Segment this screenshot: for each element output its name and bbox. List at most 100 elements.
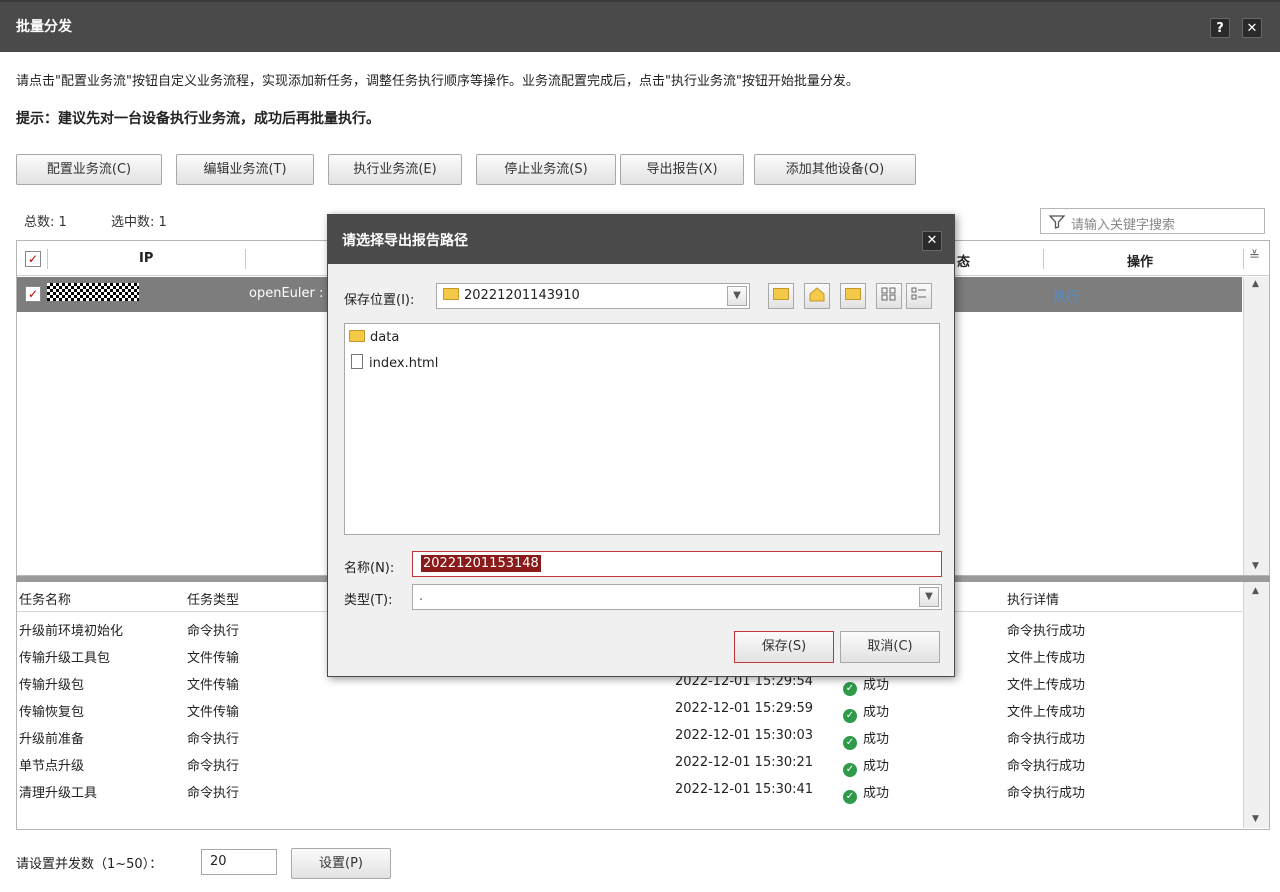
search-input[interactable]: 请输入关键字搜索 — [1040, 208, 1265, 234]
task-type-header[interactable]: 任务类型 — [187, 589, 239, 608]
task-name: 升级前环境初始化 — [19, 624, 124, 639]
table-row[interactable]: 清理升级工具 命令执行 2022-12-01 15:30:41 ✓ 成功 命令执行… — [17, 778, 1242, 805]
scroll-up-icon[interactable]: ▲ — [1252, 279, 1259, 289]
save-button[interactable]: 保存(S) — [734, 631, 834, 663]
check-circle-icon: ✓ — [843, 763, 857, 777]
concurrency-input[interactable]: 20 — [201, 849, 277, 875]
save-in-dropdown[interactable]: 20221201143910 ▼ — [436, 283, 750, 309]
dialog-title: 请选择导出报告路径 — [342, 233, 468, 249]
scroll-up-icon[interactable]: ▲ — [1252, 586, 1259, 596]
task-type: 命令执行 — [187, 624, 240, 639]
execute-link[interactable]: 执行 — [1053, 286, 1079, 305]
new-folder-button[interactable] — [840, 283, 866, 309]
device-table-scrollbar[interactable]: ▲ ▼ — [1243, 277, 1269, 575]
task-detail: 文件上传成功 — [1007, 705, 1086, 720]
task-detail: 文件上传成功 — [1007, 678, 1086, 693]
task-type: 命令执行 — [187, 759, 240, 774]
task-detail-header[interactable]: 执行详情 — [1007, 589, 1059, 608]
folder-icon — [443, 288, 459, 300]
add-devices-button[interactable]: 添加其他设备(O) — [754, 154, 916, 185]
task-status: ✓ 成功 — [843, 674, 889, 696]
status-text: 成功 — [863, 759, 890, 774]
folder-up-icon — [773, 288, 789, 300]
task-time: 2022-12-01 15:30:03 — [675, 728, 814, 743]
scroll-down-icon[interactable]: ▼ — [1252, 814, 1259, 824]
status-text: 成功 — [863, 786, 890, 801]
edit-workflow-button[interactable]: 编辑业务流(T) — [176, 154, 314, 185]
file-icon — [351, 354, 363, 369]
export-path-dialog: 请选择导出报告路径 ✕ 保存位置(I): 20221201143910 ▼ da… — [327, 214, 955, 677]
tip-text: 提示：建议先对一台设备执行业务流，成功后再批量执行。 — [16, 111, 380, 127]
task-status: ✓ 成功 — [843, 755, 889, 777]
task-type: 命令执行 — [187, 732, 240, 747]
folder-icon — [349, 330, 365, 342]
table-row[interactable]: 传输恢复包 文件传输 2022-12-01 15:29:59 ✓ 成功 文件上传成… — [17, 697, 1242, 724]
export-report-button[interactable]: 导出报告(X) — [620, 154, 744, 185]
concurrency-label: 请设置并发数（1~50）： — [16, 857, 163, 872]
file-list[interactable]: data index.html — [344, 323, 940, 535]
task-detail: 命令执行成功 — [1007, 786, 1086, 801]
task-status: ✓ 成功 — [843, 782, 889, 804]
file-type-dropdown[interactable]: . ▼ — [412, 584, 942, 610]
task-time: 2022-12-01 15:30:21 — [675, 755, 814, 770]
selected-count: 选中数: 1 — [110, 215, 167, 230]
ip-column-header[interactable]: IP — [139, 251, 153, 266]
file-type-value: . — [419, 589, 424, 604]
task-name: 单节点升级 — [19, 759, 85, 774]
chevron-down-icon[interactable]: ▼ — [919, 587, 939, 607]
task-time: 2022-12-01 15:29:59 — [675, 701, 814, 716]
detail-view-icon — [911, 287, 926, 300]
task-type: 命令执行 — [187, 786, 240, 801]
list-item[interactable]: index.html — [349, 354, 438, 371]
os-cell: openEuler : — [249, 286, 324, 301]
action-column-header[interactable]: 操作 — [1127, 251, 1153, 270]
select-all-checkbox[interactable]: ✓ — [25, 251, 41, 267]
status-text: 成功 — [863, 732, 890, 747]
task-name: 传输升级工具包 — [19, 651, 111, 666]
task-detail: 文件上传成功 — [1007, 651, 1086, 666]
total-count: 总数: 1 — [24, 215, 67, 230]
help-button[interactable]: ? — [1210, 18, 1230, 38]
list-view-button[interactable] — [876, 283, 902, 309]
task-name: 传输升级包 — [19, 678, 85, 693]
count-summary: 总数: 1 选中数: 1 — [24, 211, 207, 230]
task-table-scrollbar[interactable]: ▲ ▼ — [1243, 582, 1269, 828]
column-divider — [1043, 249, 1044, 269]
set-concurrency-button[interactable]: 设置(P) — [291, 848, 391, 879]
table-row[interactable]: 单节点升级 命令执行 2022-12-01 15:30:21 ✓ 成功 命令执行成… — [17, 751, 1242, 778]
home-button[interactable] — [804, 283, 830, 309]
task-name-header[interactable]: 任务名称 — [19, 589, 71, 608]
filter-icon — [1049, 215, 1065, 229]
type-label: 类型(T): — [344, 593, 393, 608]
task-status: ✓ 成功 — [843, 728, 889, 750]
column-menu-icon[interactable]: ≚ — [1249, 249, 1260, 264]
save-in-label: 保存位置(I): — [344, 293, 415, 308]
status-column-header[interactable]: 态 — [957, 251, 970, 270]
chevron-down-icon[interactable]: ▼ — [727, 286, 747, 306]
row-checkbox[interactable]: ✓ — [25, 286, 41, 302]
list-item[interactable]: data — [349, 330, 399, 345]
check-circle-icon: ✓ — [843, 790, 857, 804]
task-detail: 命令执行成功 — [1007, 624, 1086, 639]
close-button[interactable]: ✕ — [1242, 18, 1262, 38]
stop-workflow-button[interactable]: 停止业务流(S) — [476, 154, 616, 185]
table-row[interactable]: 升级前准备 命令执行 2022-12-01 15:30:03 ✓ 成功 命令执行成… — [17, 724, 1242, 751]
configure-workflow-button[interactable]: 配置业务流(C) — [16, 154, 162, 185]
status-text: 成功 — [863, 678, 890, 693]
task-type: 文件传输 — [187, 651, 240, 666]
dialog-titlebar: 请选择导出报告路径 ✕ — [328, 215, 954, 264]
intro-text: 请点击"配置业务流"按钮自定义业务流程，实现添加新任务，调整任务执行顺序等操作。… — [16, 74, 859, 89]
save-in-value: 20221201143910 — [443, 288, 580, 303]
dialog-close-button[interactable]: ✕ — [922, 231, 942, 251]
home-icon — [809, 287, 825, 302]
filename-input[interactable]: 20221201153148 — [412, 551, 942, 577]
window-title: 批量分发 — [16, 19, 72, 35]
execute-workflow-button[interactable]: 执行业务流(E) — [328, 154, 462, 185]
up-folder-button[interactable] — [768, 283, 794, 309]
status-text: 成功 — [863, 705, 890, 720]
grid-view-icon — [881, 287, 896, 301]
check-circle-icon: ✓ — [843, 736, 857, 750]
details-view-button[interactable] — [906, 283, 932, 309]
cancel-button[interactable]: 取消(C) — [840, 631, 940, 663]
scroll-down-icon[interactable]: ▼ — [1252, 561, 1259, 571]
